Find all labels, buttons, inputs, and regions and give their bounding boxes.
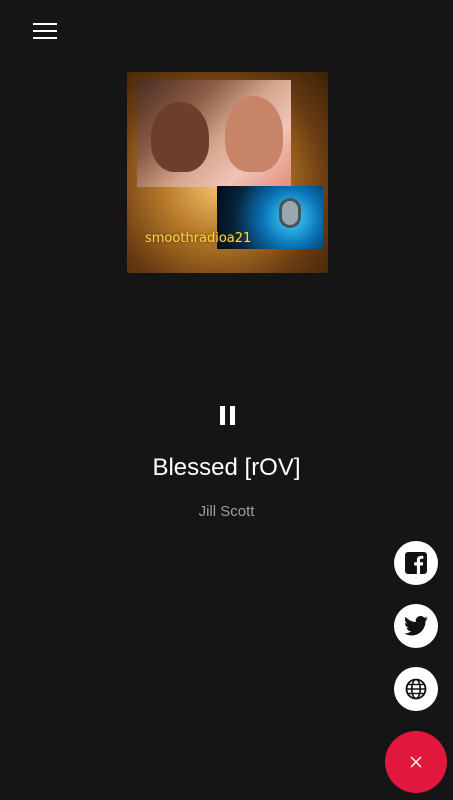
twitter-button[interactable] (394, 604, 438, 648)
website-button[interactable] (394, 667, 438, 711)
song-title: Blessed [rOV] (152, 454, 301, 481)
pause-icon (219, 405, 225, 425)
globe-icon (405, 678, 427, 700)
hamburger-menu-icon (33, 23, 57, 25)
artist-name: Jill Scott (198, 503, 255, 520)
close-fab-button[interactable] (385, 731, 447, 793)
facebook-icon (405, 552, 427, 574)
menu-button[interactable] (26, 16, 64, 46)
close-icon (410, 756, 422, 768)
album-caption: smoothradioa21 (145, 231, 252, 246)
album-art: smoothradioa21 (127, 72, 328, 273)
facebook-button[interactable] (394, 541, 438, 585)
pause-button[interactable] (214, 402, 240, 428)
album-photo (137, 80, 291, 187)
twitter-icon (404, 616, 428, 636)
